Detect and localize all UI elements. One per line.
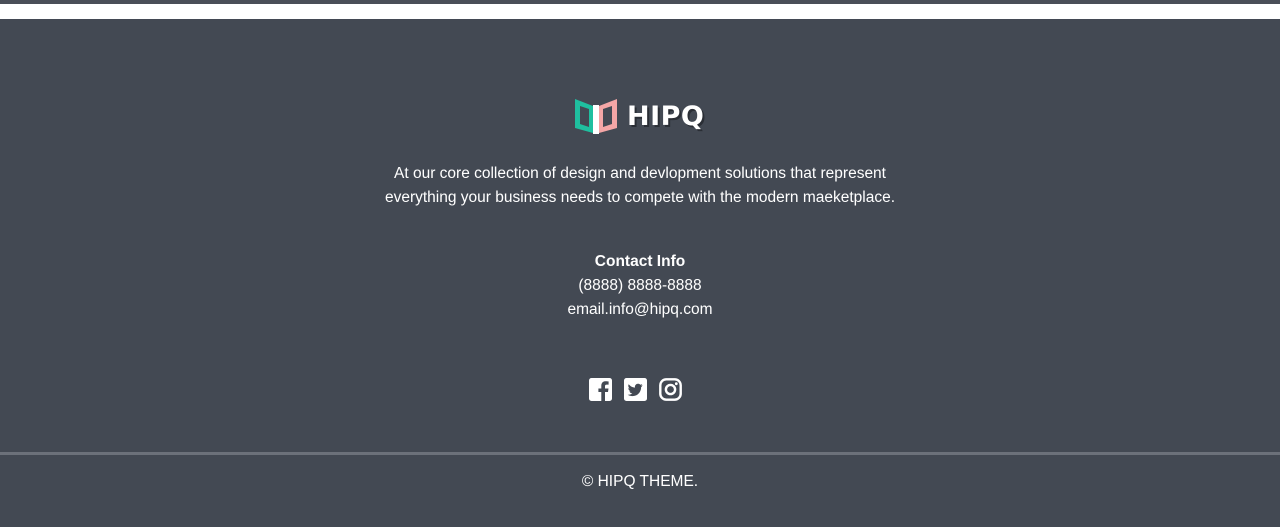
instagram-link[interactable] xyxy=(659,378,682,401)
twitter-icon xyxy=(624,378,647,401)
contact-heading: Contact Info xyxy=(594,253,686,270)
copyright-text: © HIPQ THEME. xyxy=(581,473,699,490)
contact-phone: (8888) 8888-8888 xyxy=(578,277,702,294)
contact-email[interactable]: email.info@hipq.com xyxy=(440,298,840,322)
contact-info: Contact Info (8888) 8888-8888 email.info… xyxy=(440,250,840,322)
twitter-link[interactable] xyxy=(624,378,647,401)
facebook-link[interactable] xyxy=(589,378,612,401)
brand-logo[interactable]: HIPQ xyxy=(573,94,707,138)
site-footer: HIPQ At our core collection of design an… xyxy=(0,19,1280,452)
social-links xyxy=(589,378,682,401)
book-logo-icon xyxy=(575,99,617,134)
facebook-icon xyxy=(589,378,612,401)
brand-name: HIPQ xyxy=(627,100,705,132)
page-gap xyxy=(0,4,1280,19)
about-text: At our core collection of design and dev… xyxy=(384,165,896,206)
copyright-bar: © HIPQ THEME. xyxy=(0,455,1280,527)
instagram-icon xyxy=(659,378,682,401)
